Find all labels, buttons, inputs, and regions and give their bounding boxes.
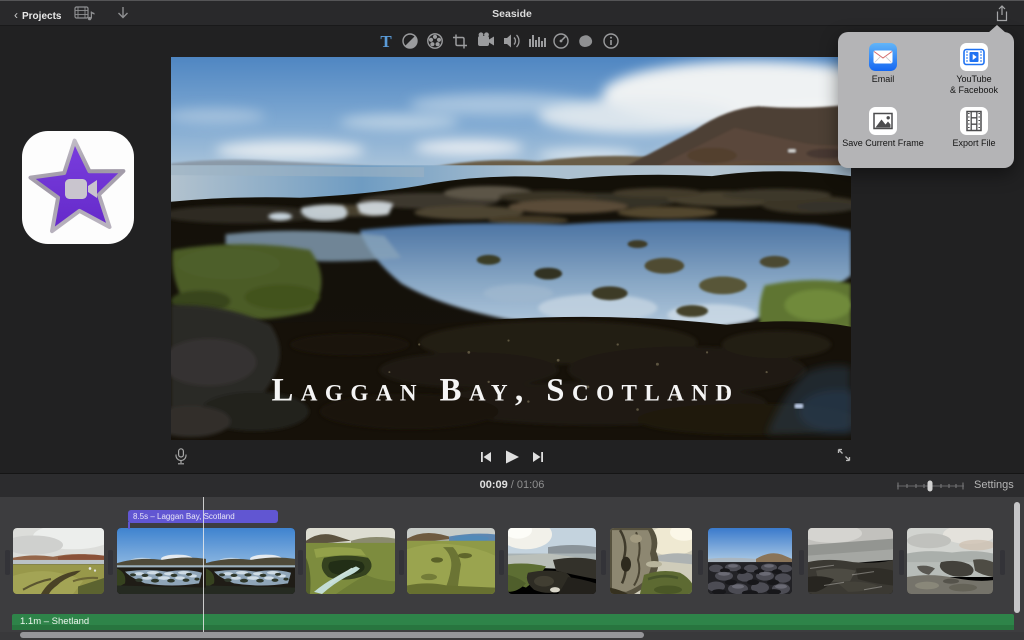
svg-text:T: T (380, 32, 392, 51)
svg-text:Laggan Bay, Scotland: Laggan Bay, Scotland (272, 373, 740, 409)
